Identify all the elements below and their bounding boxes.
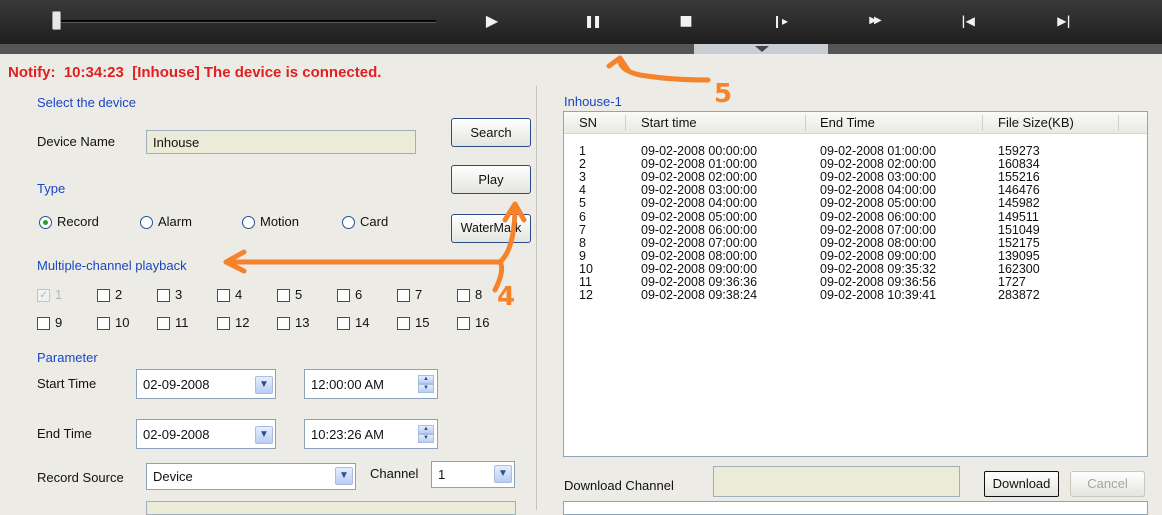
annotation-arrow-4 xyxy=(229,259,505,293)
annotation-number-5: 5 xyxy=(714,79,732,109)
annotation-overlay: 5 4 xyxy=(223,55,732,312)
annotation-arrow-5 xyxy=(617,59,711,83)
annotation-number-4: 4 xyxy=(497,282,515,312)
